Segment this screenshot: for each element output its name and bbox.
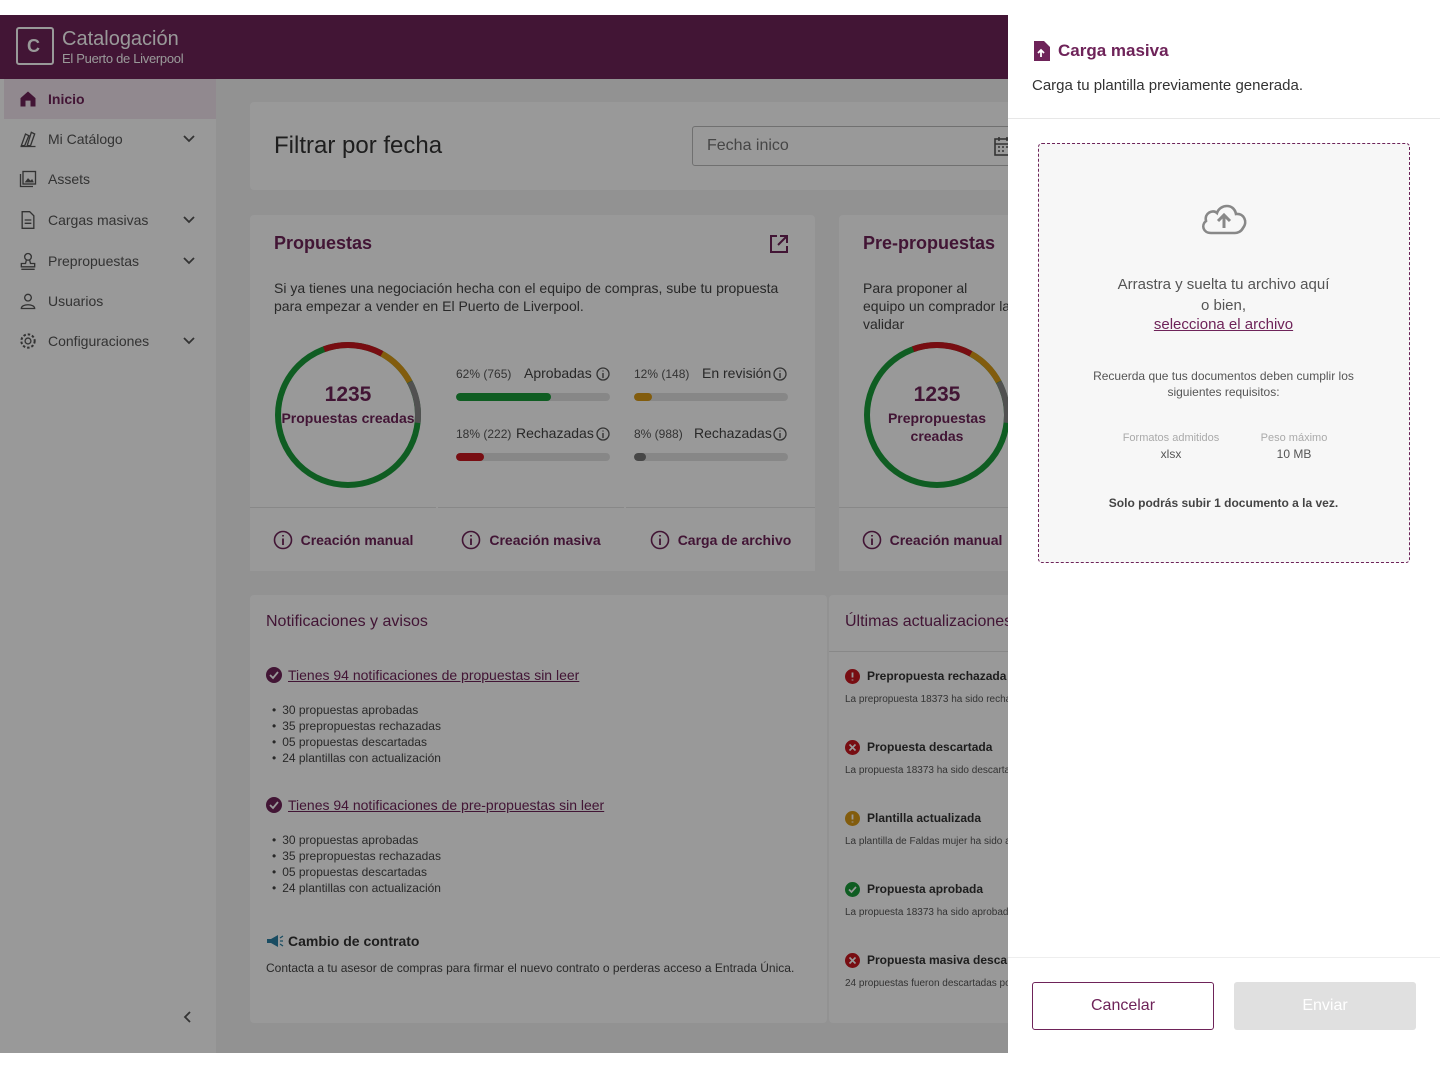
file-upload-icon: [1034, 41, 1050, 61]
cloud-upload-icon: [1201, 204, 1247, 235]
dropzone-text-line: o bien,: [1200, 297, 1247, 314]
formats-requirement: Formatos admitidos xlsx: [1109, 432, 1233, 461]
cancel-button[interactable]: Cancelar: [1032, 982, 1214, 1030]
drawer-header: Carga masiva Carga tu plantilla previame…: [1008, 15, 1440, 119]
size-value: 10 MB: [1276, 447, 1312, 461]
formats-label: Formatos admitidos: [1122, 432, 1220, 444]
upload-limit-note: Solo podrás subir 1 documento a la vez.: [1108, 496, 1339, 510]
drawer-title-text: Carga masiva: [1058, 41, 1169, 60]
drawer-title: Carga masiva: [1032, 41, 1169, 61]
requirements-text: Recuerda que tus documentos deben cumpli…: [1093, 369, 1354, 399]
formats-value: xlsx: [1160, 447, 1182, 461]
file-dropzone[interactable]: Arrastra y suelta tu archivo aquí o bien…: [1038, 143, 1410, 563]
select-file-link[interactable]: selecciona el archivo: [1039, 316, 1408, 333]
drawer-subtitle: Carga tu plantilla previamente generada.: [1032, 77, 1304, 94]
size-requirement: Peso máximo 10 MB: [1239, 432, 1349, 461]
size-label: Peso máximo: [1260, 432, 1328, 444]
dropzone-text-line: Arrastra y suelta tu archivo aquí: [1117, 276, 1330, 293]
drawer-footer: Cancelar Enviar: [1008, 957, 1440, 1053]
dropzone-text: Arrastra y suelta tu archivo aquí o bien…: [1039, 274, 1408, 316]
submit-button[interactable]: Enviar: [1234, 982, 1416, 1030]
bulk-upload-drawer: Carga masiva Carga tu plantilla previame…: [1008, 15, 1440, 1053]
